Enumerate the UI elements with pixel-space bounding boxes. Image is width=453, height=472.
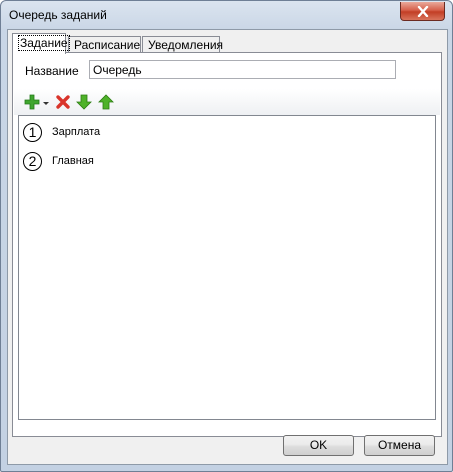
tab-schedule-label: Расписание [74, 38, 141, 52]
list-item-number: 2 [23, 152, 42, 171]
tab-task[interactable]: Задание [12, 33, 70, 54]
delete-icon [56, 95, 70, 109]
list-item-label: Главная [52, 155, 94, 167]
queue-list[interactable]: 1 Зарплата 2 Главная [18, 115, 436, 420]
cancel-button[interactable]: Отмена [364, 435, 435, 456]
queue-toolbar [14, 89, 440, 115]
tab-task-label: Задание [18, 35, 70, 51]
move-up-button[interactable] [98, 94, 114, 110]
tab-notifications-label: Уведомления [148, 38, 224, 52]
tab-schedule[interactable]: Расписание [68, 36, 141, 53]
list-item-number: 1 [23, 123, 42, 142]
name-input[interactable] [89, 60, 396, 79]
list-item-label: Зарплата [52, 126, 101, 138]
tab-notifications[interactable]: Уведомления [142, 36, 224, 53]
move-down-icon [76, 94, 92, 110]
add-icon [24, 94, 49, 110]
title-bar[interactable]: Очередь заданий [1, 1, 452, 27]
ok-button[interactable]: OK [283, 435, 354, 456]
dialog-window: Очередь заданий Задание Расписание Уведо… [0, 0, 453, 472]
add-button[interactable] [24, 94, 50, 110]
close-icon [417, 5, 428, 17]
close-button[interactable] [400, 2, 445, 21]
move-up-icon [98, 94, 114, 110]
window-title: Очередь заданий [9, 8, 107, 22]
name-label: Название [25, 64, 79, 78]
move-down-button[interactable] [76, 94, 92, 110]
delete-button[interactable] [55, 94, 71, 110]
dialog-client: Задание Расписание Уведомления Название [7, 29, 448, 465]
task-tab-panel: Название Очередь 1 Зарплата 2 Главная [12, 52, 442, 437]
